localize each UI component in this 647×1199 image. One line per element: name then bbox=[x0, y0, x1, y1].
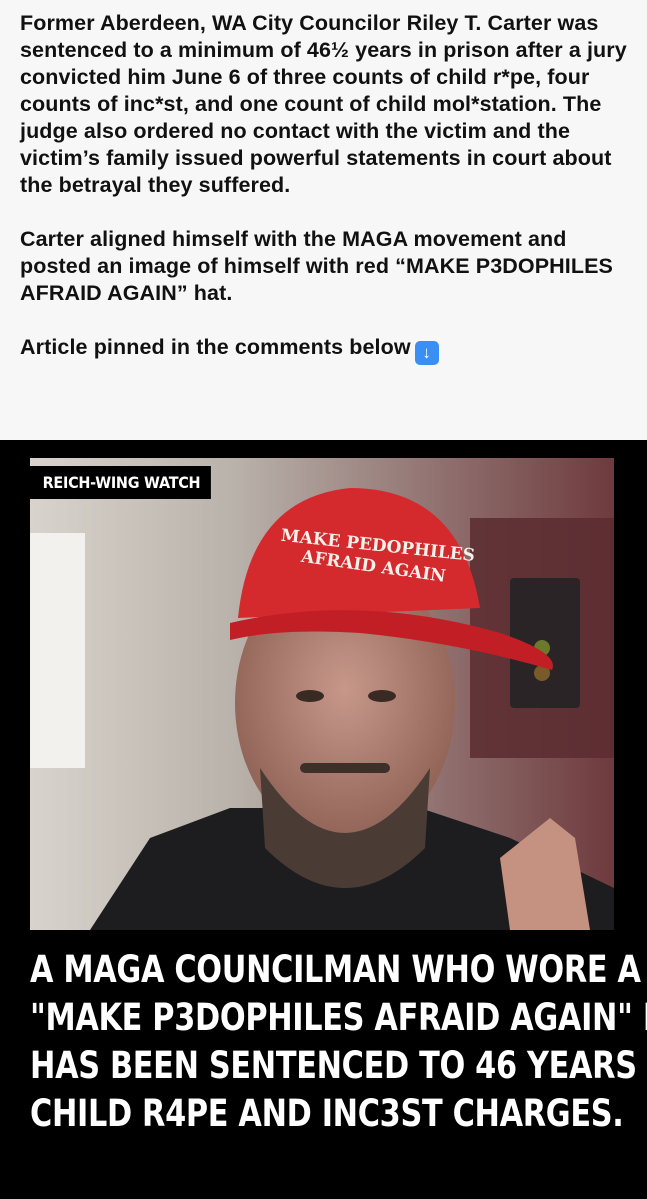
headline: A MAGA COUNCILMAN WHO WORE A "MAKE P3DOP… bbox=[30, 946, 647, 1138]
photo: MAKE PEDOPHILES AFRAID AGAIN bbox=[30, 458, 614, 930]
pinned-note: Article pinned in the comments below ↓ bbox=[20, 334, 629, 365]
news-image[interactable]: MAKE PEDOPHILES AFRAID AGAIN REICH-WING … bbox=[0, 440, 647, 1199]
photo-illustration: MAKE PEDOPHILES AFRAID AGAIN bbox=[30, 458, 614, 930]
headline-line-3: HAS BEEN SENTENCED TO 46 YEARS ON bbox=[30, 1044, 647, 1087]
post-paragraph-2: Carter aligned himself with the MAGA mov… bbox=[20, 227, 613, 305]
down-arrow-icon: ↓ bbox=[414, 341, 439, 365]
headline-line-1: A MAGA COUNCILMAN WHO WORE A bbox=[30, 948, 641, 991]
headline-line-2: "MAKE P3DOPHILES AFRAID AGAIN" HAT, bbox=[30, 996, 647, 1039]
pinned-note-text: Article pinned in the comments below bbox=[20, 335, 411, 359]
watermark-label: REICH-WING WATCH bbox=[30, 466, 212, 499]
post-paragraph-1: Former Aberdeen, WA City Councilor Riley… bbox=[20, 11, 627, 197]
post-text: Former Aberdeen, WA City Councilor Riley… bbox=[0, 0, 647, 440]
headline-line-4: CHILD R4PE AND INC3ST CHARGES. bbox=[30, 1092, 624, 1135]
